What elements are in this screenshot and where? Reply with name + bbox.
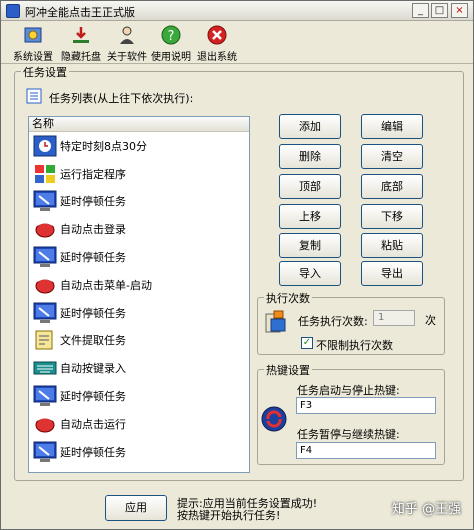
start-stop-hotkey-input[interactable]: F3 xyxy=(296,397,436,414)
delay-task-icon xyxy=(33,246,57,268)
mouse-click-task-icon xyxy=(33,274,57,296)
keyboard-task-icon xyxy=(33,357,57,379)
unlimited-label: 不限制执行次数 xyxy=(316,339,393,352)
settings-icon xyxy=(24,27,42,43)
delay-task-icon xyxy=(33,385,57,407)
exec-count-legend: 执行次数 xyxy=(264,290,312,306)
pause-resume-hotkey-label: 任务暂停与继续热键: xyxy=(297,428,400,441)
start-stop-hotkey-label: 任务启动与停止热键: xyxy=(297,384,400,397)
task-list-item[interactable]: 自动点击登录 xyxy=(29,215,249,243)
task-list[interactable]: 名称 特定时刻8点30分 运行指定程序 延时停顿任务 自动点击登录 延时停顿任务 自动点击… xyxy=(28,116,250,473)
apply-button[interactable]: 应用 xyxy=(105,495,167,521)
minimize-button[interactable]: _ xyxy=(412,3,429,18)
move-down-button[interactable]: 下移 xyxy=(361,204,423,229)
task-list-item-label: 自动点击登录 xyxy=(60,223,126,237)
help-button[interactable]: ? 使用说明 xyxy=(149,24,193,63)
toolbar: 系统设置 隐藏托盘 关于软件 ? 使用说明 退出系统 xyxy=(1,22,473,64)
program-task-icon xyxy=(33,163,57,185)
exec-count-icon xyxy=(265,310,286,333)
task-list-item-label: 自动点击菜单-启动 xyxy=(60,278,152,292)
exit-button[interactable]: 退出系统 xyxy=(194,24,240,63)
paste-button[interactable]: 粘贴 xyxy=(361,233,423,258)
task-settings-legend: 任务设置 xyxy=(21,64,69,80)
task-list-item[interactable]: 延时停顿任务 xyxy=(29,243,249,271)
task-list-item-label: 延时停顿任务 xyxy=(60,195,126,209)
task-list-item[interactable]: 延时停顿任务 xyxy=(29,438,249,466)
toolbar-label: 使用说明 xyxy=(151,52,191,63)
pause-resume-hotkey-input[interactable]: F4 xyxy=(296,442,436,459)
hide-tray-button[interactable]: 隐藏托盘 xyxy=(58,24,104,63)
task-list-title: 任务列表(从上往下依次执行): xyxy=(49,92,194,105)
export-button[interactable]: 导出 xyxy=(361,261,423,286)
edit-button[interactable]: 编辑 xyxy=(361,114,423,139)
delete-button[interactable]: 删除 xyxy=(279,144,341,169)
exec-count-input[interactable]: 1 xyxy=(373,310,415,326)
exit-icon xyxy=(207,25,227,45)
delay-task-icon xyxy=(33,302,57,324)
task-list-icon xyxy=(26,88,42,104)
hotkey-legend: 热键设置 xyxy=(264,362,312,378)
move-bottom-button[interactable]: 底部 xyxy=(361,174,423,199)
task-list-item[interactable]: 自动点击菜单-启动 xyxy=(29,271,249,299)
task-list-item-label: 延时停顿任务 xyxy=(60,306,126,320)
toolbar-label: 隐藏托盘 xyxy=(61,52,101,63)
title-bar[interactable]: 阿冲全能点击王正式版 _ □ × xyxy=(1,1,473,21)
delay-task-icon xyxy=(33,441,57,463)
task-list-item[interactable]: 自动按键录入 xyxy=(29,354,249,382)
task-list-item-label: 延时停顿任务 xyxy=(60,251,126,265)
copy-button[interactable]: 复制 xyxy=(279,233,341,258)
task-list-item[interactable]: 延时停顿任务 xyxy=(29,188,249,216)
clear-button[interactable]: 清空 xyxy=(361,144,423,169)
task-list-item[interactable]: 运行指定程序 xyxy=(29,160,249,188)
move-up-button[interactable]: 上移 xyxy=(279,204,341,229)
toolbar-label: 系统设置 xyxy=(13,52,53,63)
task-list-item-label: 延时停顿任务 xyxy=(60,445,126,459)
column-header-name[interactable]: 名称 xyxy=(29,117,249,132)
mouse-click-task-icon xyxy=(33,218,57,240)
delay-task-icon xyxy=(33,190,57,212)
exec-count-label: 任务执行次数: xyxy=(298,315,368,328)
status-tip-line2: 按热键开始执行任务! xyxy=(177,509,281,522)
hide-tray-icon xyxy=(73,27,89,43)
add-button[interactable]: 添加 xyxy=(279,114,341,139)
exec-count-unit: 次 xyxy=(425,314,436,327)
task-list-item[interactable]: 自动点击运行 xyxy=(29,410,249,438)
file-extract-task-icon xyxy=(33,329,57,351)
unlimited-checkbox[interactable]: ✓ xyxy=(301,337,313,349)
system-settings-button[interactable]: 系统设置 xyxy=(9,24,57,63)
toolbar-label: 退出系统 xyxy=(197,52,237,63)
clock-task-icon xyxy=(33,135,57,157)
task-list-item-label: 自动点击运行 xyxy=(60,417,126,431)
svg-text:?: ? xyxy=(168,29,175,44)
watermark: 知乎 @王强 xyxy=(391,502,461,517)
import-button[interactable]: 导入 xyxy=(279,261,341,286)
main-window: 阿冲全能点击王正式版 _ □ × 系统设置 隐藏托盘 关于软件 ? 使用说明 退… xyxy=(0,0,474,530)
move-top-button[interactable]: 顶部 xyxy=(279,174,341,199)
close-button[interactable]: × xyxy=(451,3,468,18)
task-list-item-label: 延时停顿任务 xyxy=(60,390,126,404)
task-list-item[interactable]: 延时停顿任务 xyxy=(29,382,249,410)
toolbar-label: 关于软件 xyxy=(107,52,147,63)
task-list-item[interactable]: 延时停顿任务 xyxy=(29,299,249,327)
about-button[interactable]: 关于软件 xyxy=(105,24,149,63)
task-list-item[interactable]: 文件提取任务 xyxy=(29,327,249,355)
about-icon xyxy=(120,26,134,44)
task-list-rows: 特定时刻8点30分 运行指定程序 延时停顿任务 自动点击登录 延时停顿任务自动点击菜单-… xyxy=(29,132,249,466)
task-list-item-label: 特定时刻8点30分 xyxy=(60,139,147,153)
help-icon: ? xyxy=(161,25,181,45)
mouse-click-task-icon xyxy=(33,413,57,435)
task-list-item-label: 文件提取任务 xyxy=(60,334,126,348)
maximize-button[interactable]: □ xyxy=(431,3,448,18)
task-list-item-label: 运行指定程序 xyxy=(60,167,126,181)
task-list-item-label: 自动按键录入 xyxy=(60,362,126,376)
task-list-item[interactable]: 特定时刻8点30分 xyxy=(29,132,249,160)
app-icon xyxy=(6,4,20,18)
hotkey-refresh-icon xyxy=(261,406,287,432)
window-title: 阿冲全能点击王正式版 xyxy=(25,6,135,19)
